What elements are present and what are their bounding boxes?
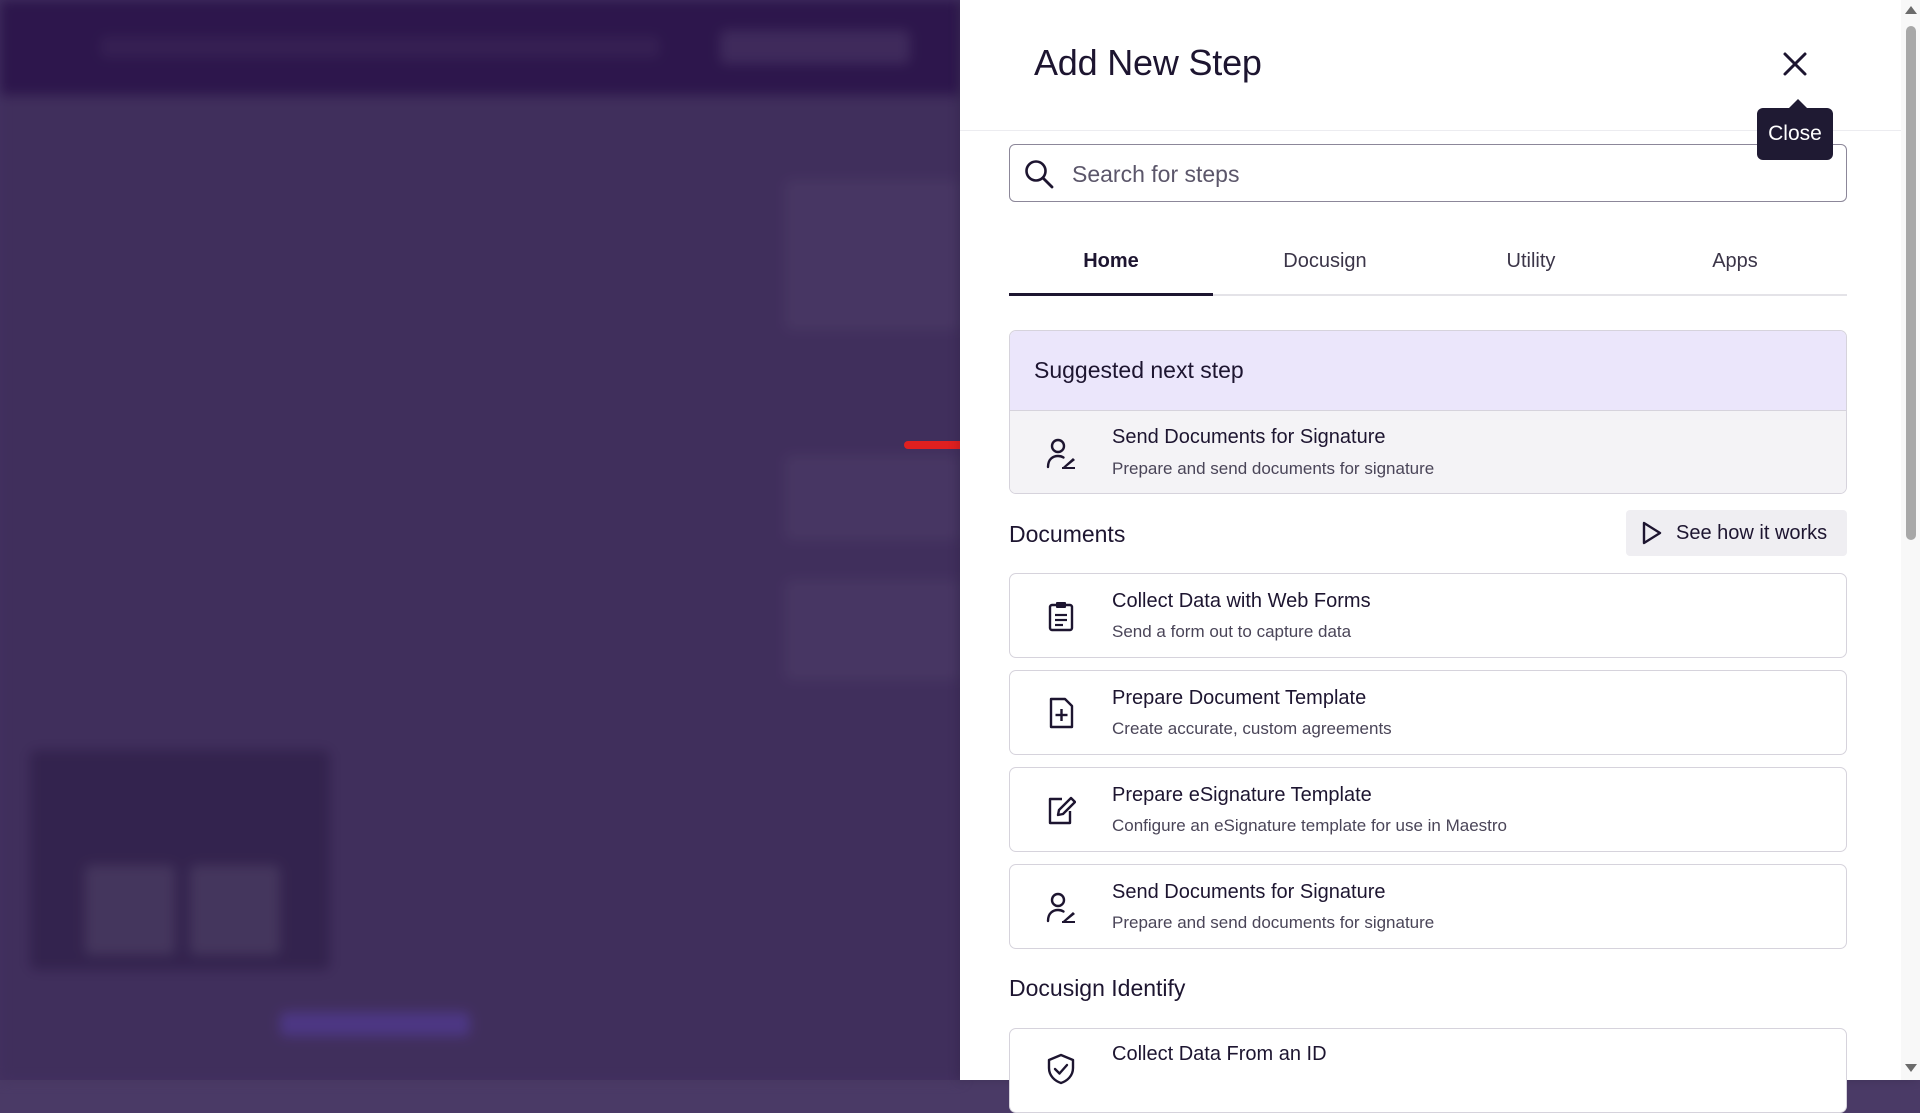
step-card-title: Send Documents for Signature [1112,881,1386,903]
clipboard-icon [1048,601,1074,631]
tab-home[interactable]: Home [1009,228,1213,296]
scroll-down-icon[interactable] [1905,1064,1917,1072]
scroll-up-icon[interactable] [1905,6,1917,14]
step-card-title: Prepare Document Template [1112,687,1367,709]
documents-section-title: Documents [1009,521,1126,547]
search-icon [1025,160,1054,189]
step-card-title: Collect Data From an ID [1112,1043,1327,1065]
person-sign-icon [1046,438,1075,469]
search-box[interactable] [1009,144,1847,202]
step-card-prepare-esignature-template[interactable]: Prepare eSignature Template Configure an… [1009,767,1847,852]
search-input[interactable] [1070,155,1734,193]
step-card-description: Configure an eSignature template for use… [1112,816,1508,835]
step-tabs: Home Docusign Utility Apps [1009,228,1847,296]
step-card-collect-data-from-id[interactable]: Collect Data From an ID [1009,1028,1847,1113]
drawer-title: Add New Step [1034,42,1262,83]
step-card-send-documents-signature[interactable]: Send Documents for Signature Prepare and… [1009,864,1847,949]
person-sign-icon [1046,892,1075,923]
identify-section-title: Docusign Identify [1009,975,1186,1001]
add-step-drawer: Add New Step Close Home Docusign Utility… [960,0,1920,1113]
see-how-label: See how it works [1676,521,1828,544]
close-tooltip: Close [1757,99,1833,160]
tab-docusign[interactable]: Docusign [1223,228,1427,294]
step-card-description: Send a form out to capture data [1112,622,1352,641]
step-card-description: Create accurate, custom agreements [1112,719,1392,738]
suggested-item-title: Send Documents for Signature [1112,426,1386,448]
suggested-item-description: Prepare and send documents for signature [1112,459,1435,478]
close-icon[interactable] [1775,44,1815,84]
shield-check-icon [1047,1053,1075,1085]
step-card-description: Prepare and send documents for signature [1112,913,1435,932]
step-card-prepare-document-template[interactable]: Prepare Document Template Create accurat… [1009,670,1847,755]
suggested-heading: Suggested next step [1010,331,1846,411]
step-card-title: Prepare eSignature Template [1112,784,1372,806]
suggested-step-card: Suggested next step Send Documents for S… [1009,330,1847,494]
drawer-scrollbar[interactable] [1901,0,1920,1080]
modal-overlay[interactable] [0,0,960,1080]
tab-apps[interactable]: Apps [1633,228,1837,294]
play-icon [1642,521,1662,545]
scroll-thumb[interactable] [1906,26,1916,540]
step-card-title: Collect Data with Web Forms [1112,590,1371,612]
tab-utility[interactable]: Utility [1429,228,1633,294]
edit-document-icon [1048,796,1076,824]
see-how-it-works-button[interactable]: See how it works [1626,510,1847,556]
document-plus-icon [1049,697,1074,728]
step-card-collect-web-forms[interactable]: Collect Data with Web Forms Send a form … [1009,573,1847,658]
suggested-step-item[interactable]: Send Documents for Signature Prepare and… [1010,411,1846,493]
